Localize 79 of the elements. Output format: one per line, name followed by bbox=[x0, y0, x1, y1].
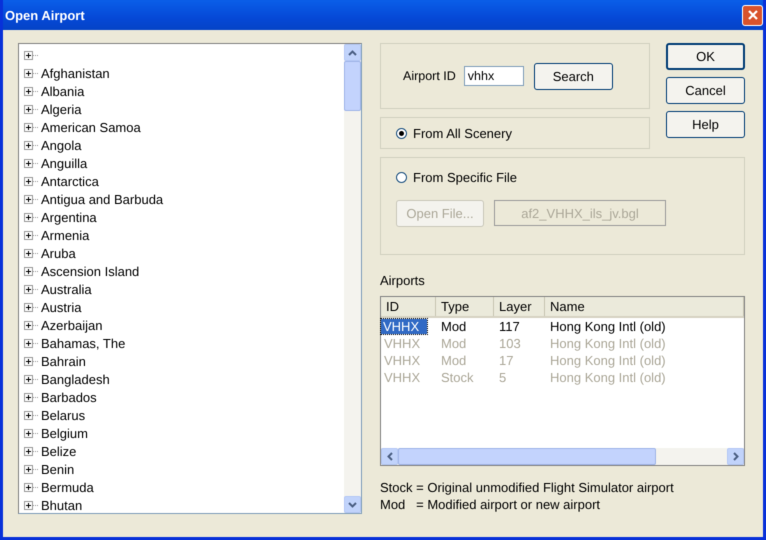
legend-text: Mod = Modified airport or new airport bbox=[380, 497, 602, 512]
legend-text: Stock = Original unmodified Flight Simulator airport bbox=[380, 480, 675, 495]
tree-item[interactable]: Ascension Island bbox=[41, 264, 140, 278]
expand-icon[interactable] bbox=[24, 248, 33, 258]
scenery-radio[interactable]: From All Scenery bbox=[396, 126, 512, 140]
table-cell[interactable]: 117 bbox=[494, 319, 545, 334]
tree-item[interactable]: Aruba bbox=[41, 246, 76, 260]
file-radio[interactable]: From Specific File bbox=[396, 170, 729, 185]
expand-icon[interactable] bbox=[24, 302, 33, 312]
expand-icon[interactable] bbox=[24, 338, 33, 348]
table-cell[interactable]: Hong Kong Intl (old) bbox=[545, 319, 744, 334]
tree-item[interactable]: Albania bbox=[41, 84, 84, 98]
tree-item[interactable]: Bahrain bbox=[41, 354, 86, 368]
column-header[interactable]: Type bbox=[436, 297, 494, 316]
tree-item[interactable]: Angola bbox=[41, 138, 82, 152]
tree-item[interactable]: Belize bbox=[41, 444, 76, 458]
search-button[interactable]: Search bbox=[534, 62, 613, 90]
expand-icon[interactable] bbox=[24, 194, 33, 204]
field-label: Airport ID bbox=[403, 69, 456, 83]
expand-icon[interactable] bbox=[24, 500, 33, 510]
table-cell[interactable]: VHHX bbox=[381, 319, 427, 334]
tree-item[interactable]: Antarctica bbox=[41, 174, 99, 188]
tree-item[interactable]: Belgium bbox=[41, 426, 88, 440]
expand-icon[interactable] bbox=[24, 284, 33, 294]
tree-item[interactable]: Austria bbox=[41, 300, 82, 314]
tree-item[interactable]: Azerbaijan bbox=[41, 318, 102, 332]
expand-icon[interactable] bbox=[24, 68, 33, 78]
expand-icon[interactable] bbox=[24, 212, 33, 222]
tree-item[interactable]: Bermuda bbox=[41, 480, 94, 494]
scroll-thumb[interactable] bbox=[398, 448, 656, 465]
tree-item[interactable]: Anguilla bbox=[41, 156, 88, 170]
airport-id-field[interactable]: vhhx bbox=[464, 66, 524, 86]
scrollbar[interactable] bbox=[381, 448, 744, 465]
expand-icon[interactable] bbox=[24, 410, 33, 420]
scroll-thumb[interactable] bbox=[344, 61, 361, 111]
column-header[interactable]: Layer bbox=[494, 297, 545, 316]
expand-icon[interactable] bbox=[24, 176, 33, 186]
expand-icon[interactable] bbox=[24, 104, 33, 114]
expand-icon[interactable] bbox=[24, 158, 33, 168]
expand-icon[interactable] bbox=[24, 482, 33, 492]
tree-item[interactable]: Bahamas, The bbox=[41, 336, 126, 350]
tree-item[interactable]: Benin bbox=[41, 462, 74, 476]
tree-item[interactable]: Bhutan bbox=[41, 498, 82, 512]
expand-icon[interactable] bbox=[24, 392, 33, 402]
expand-icon[interactable] bbox=[24, 86, 33, 96]
scrollbar[interactable] bbox=[344, 44, 361, 513]
expand-icon[interactable] bbox=[24, 230, 33, 240]
dialog-button[interactable]: OK bbox=[666, 43, 745, 70]
expand-icon[interactable] bbox=[24, 446, 33, 456]
tree-item[interactable]: Australia bbox=[41, 282, 92, 296]
radio-icon[interactable] bbox=[396, 128, 407, 138]
tree-item[interactable]: Belarus bbox=[41, 408, 86, 422]
expand-icon[interactable] bbox=[24, 464, 33, 474]
expand-icon[interactable] bbox=[24, 140, 33, 150]
close-button[interactable] bbox=[742, 4, 763, 26]
expand-icon[interactable] bbox=[24, 266, 33, 276]
dialog-button[interactable]: Help bbox=[666, 111, 745, 138]
column-header[interactable]: Name bbox=[545, 297, 744, 316]
dialog-button[interactable]: Cancel bbox=[666, 77, 745, 104]
tree-item[interactable]: American Samoa bbox=[41, 120, 141, 134]
tree-item[interactable]: Afghanistan bbox=[41, 66, 110, 80]
table-cell[interactable]: Mod bbox=[436, 319, 494, 334]
tree-item[interactable]: Algeria bbox=[41, 102, 82, 116]
expand-icon[interactable] bbox=[24, 374, 33, 384]
close-icon bbox=[746, 9, 758, 21]
expand-icon[interactable] bbox=[24, 320, 33, 330]
tree-item[interactable]: Armenia bbox=[41, 228, 90, 242]
expand-icon[interactable] bbox=[24, 356, 33, 366]
tree-item[interactable]: Antigua and Barbuda bbox=[41, 192, 164, 206]
expand-icon[interactable] bbox=[24, 428, 33, 438]
tree-item[interactable]: Barbados bbox=[41, 390, 97, 404]
window-title: Open Airport bbox=[5, 8, 85, 22]
radio-icon[interactable] bbox=[396, 172, 407, 183]
expand-icon[interactable] bbox=[24, 50, 33, 60]
tree-item[interactable]: Argentina bbox=[41, 210, 97, 224]
expand-icon[interactable] bbox=[24, 122, 33, 132]
tree-item[interactable]: Bangladesh bbox=[41, 372, 110, 386]
section-label: Airports bbox=[380, 273, 426, 288]
column-header[interactable]: ID bbox=[381, 297, 436, 316]
